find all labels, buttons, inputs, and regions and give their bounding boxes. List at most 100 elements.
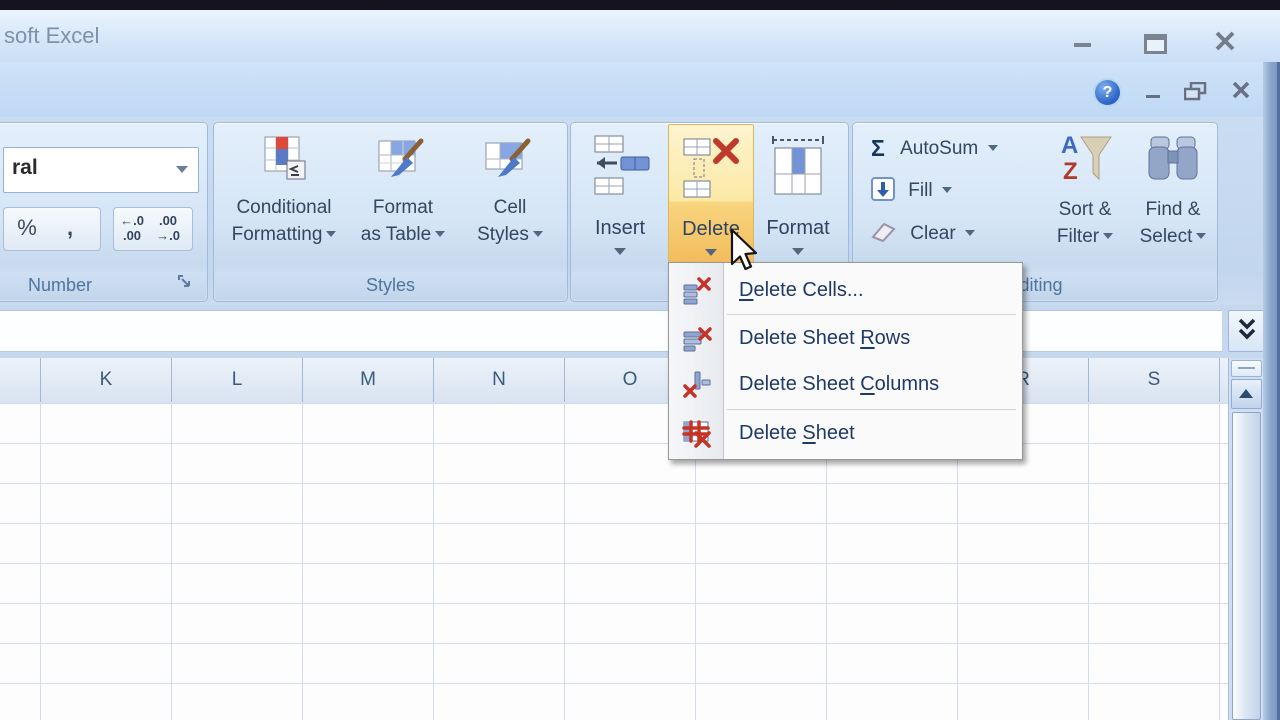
dropdown-arrow-icon: [965, 230, 975, 236]
dropdown-arrow-icon: [988, 145, 998, 151]
number-group-label: Number: [5, 275, 115, 296]
workbook-minimize-icon[interactable]: [1146, 95, 1160, 98]
comma-style-button[interactable]: ,: [50, 208, 90, 248]
cell-styles-button[interactable]: Cell Styles: [460, 129, 560, 271]
double-chevron-down-icon: [1235, 318, 1259, 344]
excel-window: soft Excel ? ral %,: [0, 0, 1280, 720]
close-icon[interactable]: [1214, 30, 1236, 57]
button-label: Find &: [1131, 196, 1215, 223]
button-label: Filter: [1057, 226, 1099, 247]
button-label: Insert: [573, 217, 667, 240]
delete-sheet-rows-menu-icon: [682, 324, 712, 359]
menu-separator: [727, 409, 1016, 410]
dropdown-arrow-icon: [1103, 233, 1113, 239]
scroll-up-icon[interactable]: [1231, 379, 1262, 409]
sort-filter-icon: A Z: [1057, 178, 1113, 195]
menu-item-delete-sheet-columns[interactable]: Delete Sheet Columns: [669, 362, 1022, 406]
button-label: Fill: [908, 180, 932, 201]
menu-item-delete-sheet[interactable]: Delete Sheet: [669, 411, 1022, 455]
format-as-table-button[interactable]: Format as Table: [348, 129, 458, 271]
dropdown-arrow-icon: [792, 248, 804, 255]
conditional-formatting-button[interactable]: Conditional Formatting: [220, 129, 348, 271]
dropdown-arrow-icon: [942, 187, 952, 193]
column-header-partial[interactable]: [0, 358, 41, 402]
button-label: Select: [1140, 226, 1193, 247]
vertical-scrollbar[interactable]: [1228, 358, 1264, 720]
svg-text:A: A: [1061, 132, 1078, 159]
scrollbar-thumb[interactable]: [1232, 412, 1261, 720]
spreadsheet-grid[interactable]: [0, 403, 1263, 720]
insert-cells-icon: [587, 132, 653, 210]
number-format-dropdown[interactable]: ral: [3, 147, 199, 193]
sort-filter-button[interactable]: A Z Sort & Filter: [1041, 129, 1129, 271]
fill-button[interactable]: Fill: [871, 177, 952, 209]
help-icon[interactable]: ?: [1095, 80, 1120, 105]
button-label: Formatting: [232, 224, 323, 245]
menu-item-delete-cells[interactable]: Delete Cells...: [669, 268, 1022, 312]
dropdown-arrow-icon: [614, 248, 626, 255]
decimal-button-panel: ←.0 .00 .00 →.0: [113, 207, 193, 251]
ribbon-group-styles: Conditional Formatting Format as Table: [213, 122, 568, 302]
button-label: Format: [753, 217, 843, 240]
maximize-icon[interactable]: [1144, 34, 1167, 54]
button-label: AutoSum: [900, 138, 978, 159]
dropdown-arrow-icon: [435, 231, 445, 237]
chevron-down-icon: [176, 166, 188, 173]
column-header[interactable]: S: [1089, 358, 1220, 402]
decrease-decimal-icon: →.0: [156, 228, 180, 243]
increase-decimal-button[interactable]: ←.0 .00: [114, 208, 150, 243]
menu-item-delete-sheet-rows[interactable]: Delete Sheet Rows: [669, 316, 1022, 360]
number-button-panel: %,: [3, 207, 101, 251]
column-header-row: K L M N O P Q R S: [0, 358, 1263, 404]
formula-bar-zone: [0, 305, 1280, 358]
formula-bar[interactable]: [0, 310, 1222, 352]
workbook-restore-icon[interactable]: [1184, 82, 1208, 107]
delete-cells-icon: [678, 133, 744, 211]
window-right-border: [1263, 62, 1280, 720]
button-label: Conditional: [220, 194, 348, 221]
delete-dropdown-menu: Delete Cells... Delete Sheet Rows: [668, 262, 1023, 460]
dropdown-arrow-icon: [1196, 233, 1206, 239]
delete-cells-menu-icon: [682, 276, 712, 311]
window-title: soft Excel: [4, 23, 99, 49]
ribbon-group-number: ral %, ←.0 .00 .00 →.0 Number: [0, 122, 208, 302]
decrease-decimal-button[interactable]: .00 →.0: [150, 208, 186, 243]
dropdown-arrow-icon: [533, 231, 543, 237]
button-label: Sort &: [1041, 196, 1129, 223]
autosum-button[interactable]: Σ AutoSum: [871, 135, 998, 167]
clear-eraser-icon: [871, 221, 897, 249]
column-header[interactable]: N: [434, 358, 565, 402]
title-bar: soft Excel: [0, 10, 1280, 63]
button-label: Clear: [910, 223, 955, 244]
dropdown-arrow-icon: [705, 249, 717, 256]
minimize-icon[interactable]: [1074, 43, 1091, 47]
clear-button[interactable]: Clear: [871, 221, 975, 253]
format-cells-icon: [765, 132, 831, 210]
column-header[interactable]: K: [41, 358, 172, 402]
mouse-cursor-icon: [729, 228, 763, 272]
expand-formula-bar-button[interactable]: [1228, 310, 1265, 352]
format-button[interactable]: Format: [753, 124, 843, 264]
column-header[interactable]: M: [303, 358, 434, 402]
ribbon-tab-band: ?: [0, 62, 1280, 118]
cell-styles-icon: [460, 135, 560, 192]
ribbon: ral %, ←.0 .00 .00 →.0 Number: [0, 117, 1280, 310]
column-header[interactable]: L: [172, 358, 303, 402]
dialog-launcher-icon[interactable]: [177, 274, 193, 295]
fill-icon: [871, 177, 895, 207]
dropdown-arrow-icon: [326, 231, 336, 237]
find-select-binoculars-icon: [1145, 178, 1201, 195]
button-label: Cell: [460, 194, 560, 221]
delete-sheet-menu-icon: [682, 419, 712, 454]
scrollbar-split-handle[interactable]: [1231, 360, 1262, 377]
workbook-close-icon[interactable]: [1231, 80, 1251, 105]
menu-separator: [727, 314, 1016, 315]
insert-button[interactable]: Insert: [573, 124, 667, 264]
styles-group-label: Styles: [214, 275, 567, 296]
format-as-table-icon: [348, 135, 458, 192]
button-label: Format: [348, 194, 458, 221]
find-select-button[interactable]: Find & Select: [1131, 129, 1215, 271]
conditional-formatting-icon: [220, 135, 348, 192]
percent-style-button[interactable]: %: [4, 208, 50, 248]
increase-decimal-icon: ←.0: [120, 213, 144, 228]
